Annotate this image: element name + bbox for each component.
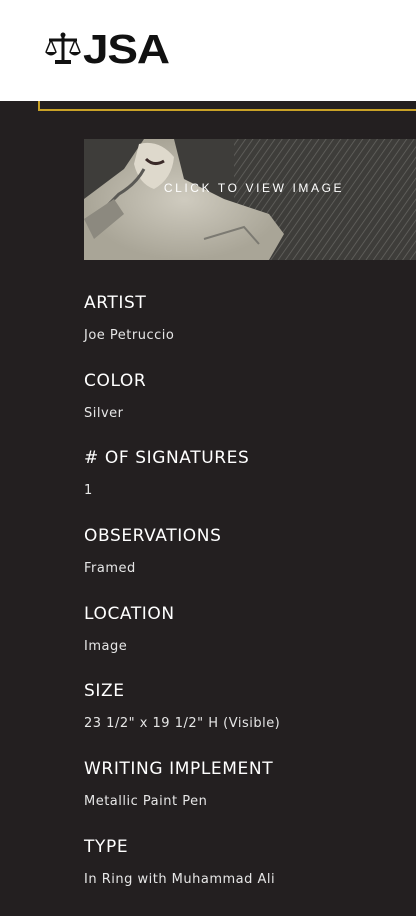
detail-observations: OBSERVATIONS Framed xyxy=(84,526,404,604)
detail-value: In Ring with Muhammad Ali xyxy=(84,871,276,887)
detail-label: OBSERVATIONS xyxy=(84,526,222,547)
detail-value: 23 1/2" x 19 1/2" H (Visible) xyxy=(84,716,281,732)
detail-color: COLOR Silver xyxy=(84,371,404,449)
detail-value: Silver xyxy=(84,405,124,421)
detail-label: TYPE xyxy=(84,836,129,857)
scales-of-justice-icon xyxy=(45,32,81,66)
detail-label: COLOR xyxy=(84,370,147,391)
gold-divider xyxy=(38,101,416,111)
detail-value: Image xyxy=(84,638,128,654)
site-header: JSA xyxy=(0,0,416,101)
detail-value: 1 xyxy=(84,483,93,499)
detail-label: # OF SIGNATURES xyxy=(84,448,250,469)
detail-value: Joe Petruccio xyxy=(84,328,175,343)
detail-label: WRITING IMPLEMENT xyxy=(84,759,274,780)
detail-value: Framed xyxy=(84,561,136,577)
artwork-thumbnail xyxy=(84,139,416,260)
detail-label: SIZE xyxy=(84,681,125,702)
detail-location: LOCATION Image xyxy=(84,604,404,682)
view-image-button[interactable]: CLICK TO VIEW IMAGE xyxy=(84,139,416,260)
detail-signatures: # OF SIGNATURES 1 xyxy=(84,448,404,526)
detail-artist: ARTIST Joe Petruccio xyxy=(84,293,404,371)
detail-label: LOCATION xyxy=(84,603,175,624)
details-list: ARTIST Joe Petruccio COLOR Silver # OF S… xyxy=(84,293,404,915)
brand-name: JSA xyxy=(83,26,170,72)
detail-size: SIZE 23 1/2" x 19 1/2" H (Visible) xyxy=(84,681,404,759)
detail-value: Metallic Paint Pen xyxy=(84,794,208,810)
detail-type: TYPE In Ring with Muhammad Ali xyxy=(84,837,404,915)
view-image-label: CLICK TO VIEW IMAGE xyxy=(163,181,345,195)
detail-label: ARTIST xyxy=(84,293,147,313)
detail-writing-implement: WRITING IMPLEMENT Metallic Paint Pen xyxy=(84,759,404,837)
jsa-logo[interactable]: JSA xyxy=(45,29,170,70)
